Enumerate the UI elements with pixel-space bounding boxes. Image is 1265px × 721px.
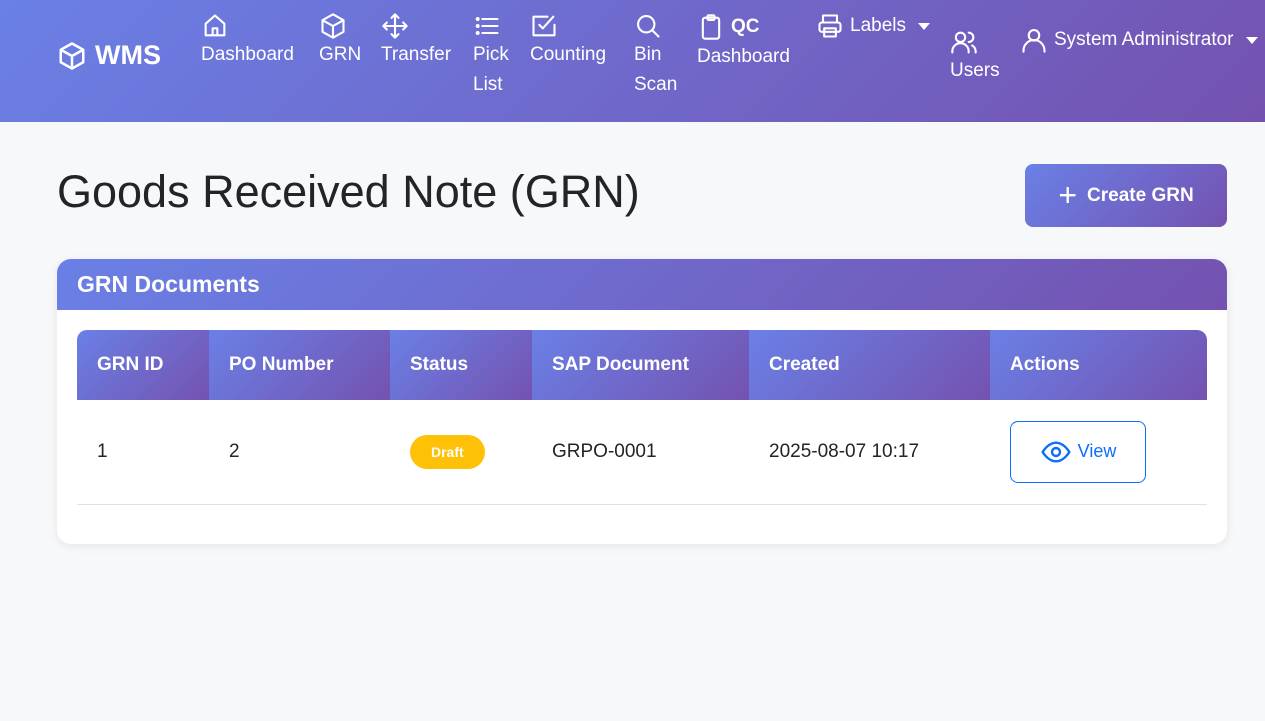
brand[interactable]: WMS — [57, 40, 161, 71]
actions-cell: View — [990, 400, 1207, 505]
home-icon — [204, 14, 226, 37]
clipboard-icon — [701, 14, 721, 40]
create-grn-button[interactable]: + Create GRN — [1025, 164, 1227, 227]
nav-qc-dashboard[interactable]: QC Dashboard — [697, 12, 790, 72]
column-header: Actions — [990, 330, 1207, 400]
sap-document-cell: GRPO-0001 — [532, 400, 749, 505]
nav-pick-list[interactable]: Pick List — [473, 12, 509, 100]
nav-qc-label: QC — [731, 16, 760, 37]
nav-transfer-label: Transfer — [381, 44, 452, 65]
nav-counting-label: Counting — [530, 44, 607, 65]
nav-qc-dashboard-label: Dashboard — [697, 46, 790, 67]
nav-users[interactable]: Users — [950, 28, 1000, 86]
created-cell: 2025-08-07 10:17 — [749, 400, 990, 505]
grn-table: GRN ID PO Number Status SAP Document Cre… — [77, 330, 1207, 505]
nav-bin-scan[interactable]: Bin Scan — [634, 12, 677, 100]
grn-id-cell: 1 — [77, 400, 209, 505]
column-header: SAP Document — [532, 330, 749, 400]
chevron-down-icon — [1245, 36, 1258, 44]
status-cell: Draft — [390, 400, 532, 505]
move-arrows-icon — [382, 13, 408, 39]
nav-labels-dropdown[interactable]: Labels — [816, 12, 930, 40]
user-menu-dropdown[interactable]: System Administrator — [1020, 26, 1258, 54]
nav-transfer[interactable]: Transfer — [381, 12, 451, 70]
eye-icon — [1040, 441, 1071, 463]
printer-icon — [818, 14, 842, 38]
nav-users-label: Users — [950, 60, 1000, 81]
nav-pick-list-label: Pick List — [473, 44, 509, 95]
plus-icon: + — [1058, 176, 1078, 213]
user-icon — [1022, 29, 1046, 53]
column-header: Created — [749, 330, 990, 400]
view-label: View — [1077, 441, 1117, 462]
list-icon — [475, 17, 499, 35]
column-header: GRN ID — [77, 330, 209, 400]
chevron-down-icon — [918, 22, 930, 30]
box-icon — [321, 13, 345, 39]
navbar: WMS Dashboard GRN Transfer Pick List Cou… — [0, 0, 1265, 122]
po-number-cell: 2 — [209, 400, 390, 505]
users-icon — [951, 31, 977, 54]
table-header-row: GRN ID PO Number Status SAP Document Cre… — [77, 330, 1207, 400]
column-header: Status — [390, 330, 532, 400]
create-grn-label: Create GRN — [1087, 184, 1194, 206]
brand-name: WMS — [95, 40, 161, 70]
page-title: Goods Received Note (GRN) — [57, 166, 640, 217]
nav-grn[interactable]: GRN — [319, 12, 361, 70]
table-row: 1 2 Draft GRPO-0001 2025-08-07 10:17 Vie… — [77, 400, 1207, 505]
column-header: PO Number — [209, 330, 390, 400]
status-badge: Draft — [410, 434, 485, 469]
search-icon — [637, 15, 660, 38]
user-name: System Administrator — [1054, 29, 1234, 50]
box-icon — [59, 41, 85, 70]
nav-labels-label: Labels — [850, 15, 906, 36]
card-title: GRN Documents — [57, 259, 1227, 310]
grn-documents-card: GRN Documents GRN ID PO Number Status SA… — [57, 259, 1227, 544]
check-square-icon — [532, 15, 556, 37]
nav-bin-scan-label: Bin Scan — [634, 44, 678, 95]
nav-dashboard[interactable]: Dashboard — [201, 12, 294, 70]
nav-dashboard-label: Dashboard — [201, 44, 294, 65]
nav-counting[interactable]: Counting — [530, 12, 606, 70]
view-button[interactable]: View — [1010, 420, 1146, 483]
nav-grn-label: GRN — [319, 44, 362, 65]
